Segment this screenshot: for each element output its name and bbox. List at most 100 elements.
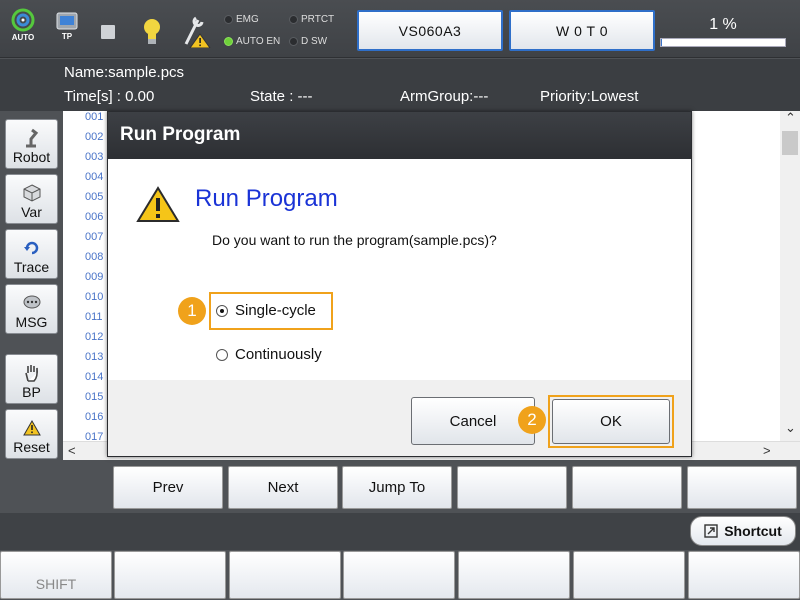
tool-warning-icon[interactable] xyxy=(182,14,212,48)
auto-mode-label: AUTO xyxy=(11,33,35,42)
speed-bar xyxy=(660,38,786,47)
emg-led xyxy=(224,15,233,24)
ok-button[interactable]: OK xyxy=(552,399,670,444)
speed-percent[interactable]: 1 % xyxy=(660,16,786,34)
trace-tool-button[interactable]: Trace xyxy=(5,229,58,279)
bottom-button-3[interactable] xyxy=(229,551,341,599)
robot-type-button[interactable]: VS060A3 xyxy=(357,10,503,51)
auto-en-indicator: AUTO EN xyxy=(224,36,280,47)
line-numbers: 001 002 003 004 005 006 007 008 009 010 011 012 013 0… xyxy=(63,111,108,441)
prtct-led xyxy=(289,15,298,24)
dsw-label: D SW xyxy=(301,36,328,47)
bp-tool-label: BP xyxy=(22,384,41,400)
shift-button[interactable]: SHIFT xyxy=(0,551,112,599)
auto-mode-icon xyxy=(11,8,35,32)
jump-to-button[interactable]: Jump To xyxy=(342,466,452,509)
stop-icon[interactable] xyxy=(101,25,115,39)
auto-en-label: AUTO EN xyxy=(236,36,281,47)
shortcut-icon xyxy=(704,524,718,538)
tp-indicator[interactable]: TP xyxy=(56,11,78,41)
dialog-title: Run Program xyxy=(108,112,691,159)
line-number: 002 xyxy=(85,131,104,143)
var-tool-label: Var xyxy=(21,204,42,220)
dsw-indicator: D SW xyxy=(289,36,327,47)
variable-icon xyxy=(22,183,42,203)
tp-label: TP xyxy=(61,32,73,41)
scroll-down-icon[interactable]: ⌄ xyxy=(785,420,796,436)
scroll-up-icon[interactable]: ⌃ xyxy=(785,110,796,126)
top-status-bar: AUTO TP EMG PRTCT AUTO EN D SW VS060A3 W… xyxy=(0,0,800,58)
prtct-label: PRTCT xyxy=(301,14,335,25)
line-number: 013 xyxy=(85,351,104,363)
shortcut-button[interactable]: Shortcut xyxy=(690,516,796,546)
next-button[interactable]: Next xyxy=(228,466,338,509)
dsw-led xyxy=(289,37,298,46)
scroll-thumb[interactable] xyxy=(782,131,798,155)
line-number: 008 xyxy=(85,251,104,263)
callout-2: 2 xyxy=(518,406,546,434)
line-number: 017 xyxy=(85,431,104,441)
arm-group: ArmGroup:--- xyxy=(400,88,489,105)
prtct-indicator: PRTCT xyxy=(289,14,334,25)
bottom-button-row: SHIFT xyxy=(0,550,800,600)
shortcut-bar xyxy=(0,513,800,550)
program-time: Time[s] : 0.00 xyxy=(64,88,155,105)
run-program-dialog: Run Program Run Program Do you want to r… xyxy=(107,111,692,457)
robot-tool-label: Robot xyxy=(12,149,51,165)
line-number: 010 xyxy=(85,291,104,303)
hand-icon xyxy=(22,363,42,383)
line-number: 007 xyxy=(85,231,104,243)
shortcut-label: Shortcut xyxy=(724,523,782,539)
bottom-button-7[interactable] xyxy=(688,551,800,599)
vertical-scrollbar[interactable]: ⌃ ⌄ xyxy=(780,110,800,441)
program-info-bar: Name:sample.pcs Time[s] : 0.00 State : -… xyxy=(0,59,800,111)
line-number: 005 xyxy=(85,191,104,203)
continuously-label: Continuously xyxy=(235,346,322,363)
function-button-row: Prev Next Jump To xyxy=(0,462,800,512)
continuously-radio[interactable] xyxy=(216,348,228,361)
line-number: 004 xyxy=(85,171,104,183)
single-cycle-option[interactable]: Single-cycle xyxy=(216,302,316,319)
lightbulb-icon[interactable] xyxy=(142,17,162,47)
teach-pendant-icon xyxy=(56,12,78,30)
bottom-button-4[interactable] xyxy=(343,551,455,599)
robot-tool-button[interactable]: Robot xyxy=(5,119,58,169)
auto-mode-indicator[interactable]: AUTO xyxy=(11,8,35,42)
function-button-5[interactable] xyxy=(572,466,682,509)
trace-icon xyxy=(22,238,42,258)
line-number: 014 xyxy=(85,371,104,383)
work-tool-button[interactable]: W 0 T 0 xyxy=(509,10,655,51)
priority: Priority:Lowest xyxy=(540,88,639,105)
line-number: 016 xyxy=(85,411,104,423)
line-number: 003 xyxy=(85,151,104,163)
program-state: State : --- xyxy=(250,88,313,105)
scroll-right-icon[interactable]: > xyxy=(763,443,771,458)
line-number: 012 xyxy=(85,331,104,343)
reset-tool-label: Reset xyxy=(13,439,50,455)
bottom-button-5[interactable] xyxy=(458,551,570,599)
continuously-option[interactable]: Continuously xyxy=(216,346,322,363)
warning-icon xyxy=(22,418,42,438)
reset-tool-button[interactable]: Reset xyxy=(5,409,58,459)
bottom-button-6[interactable] xyxy=(573,551,685,599)
auto-en-led xyxy=(224,37,233,46)
callout-1: 1 xyxy=(178,297,206,325)
single-cycle-radio[interactable] xyxy=(216,304,228,317)
line-number: 011 xyxy=(85,311,103,323)
prev-button[interactable]: Prev xyxy=(113,466,223,509)
message-icon xyxy=(22,293,42,313)
msg-tool-button[interactable]: MSG xyxy=(5,284,58,334)
bp-tool-button[interactable]: BP xyxy=(5,354,58,404)
function-button-4[interactable] xyxy=(457,466,567,509)
scroll-left-icon[interactable]: < xyxy=(68,443,76,458)
trace-tool-label: Trace xyxy=(13,259,50,275)
line-number: 015 xyxy=(85,391,104,403)
cancel-button[interactable]: Cancel xyxy=(411,397,535,445)
function-button-6[interactable] xyxy=(687,466,797,509)
bottom-button-2[interactable] xyxy=(114,551,226,599)
dialog-heading: Run Program xyxy=(195,185,338,212)
dialog-message: Do you want to run the program(sample.pc… xyxy=(212,232,497,248)
emg-indicator: EMG xyxy=(224,14,259,25)
var-tool-button[interactable]: Var xyxy=(5,174,58,224)
robot-arm-icon xyxy=(22,128,42,148)
